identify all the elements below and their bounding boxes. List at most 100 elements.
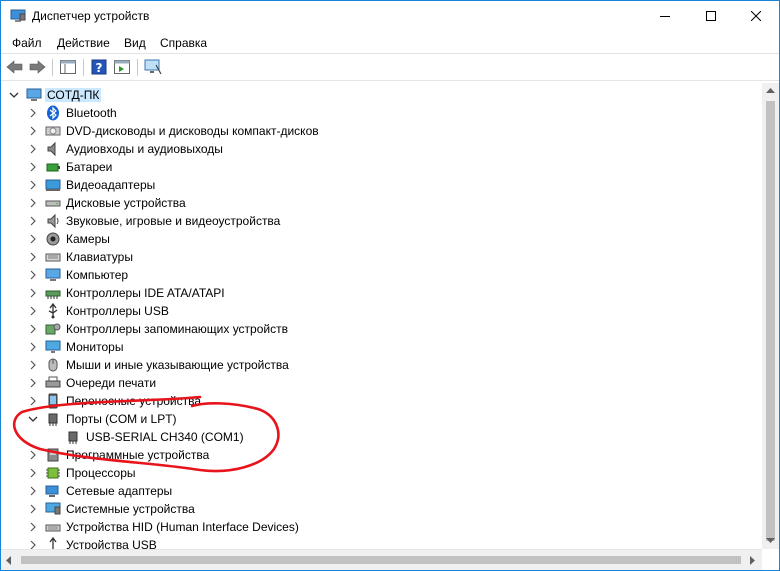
root-expander[interactable]: [7, 87, 21, 103]
tree-category[interactable]: DVD-дисководы и дисководы компакт-дисков: [1, 122, 762, 140]
tree-category[interactable]: Мониторы: [1, 338, 762, 356]
tree-category-label: Батареи: [66, 160, 113, 174]
tree-category[interactable]: Контроллеры запоминающих устройств: [1, 320, 762, 338]
tree-category[interactable]: Аудиовходы и аудиовыходы: [1, 140, 762, 158]
tree-category[interactable]: Программные устройства: [1, 446, 762, 464]
chevron-right-icon: [30, 198, 36, 208]
tree-category[interactable]: Переносные устройства: [1, 392, 762, 410]
scan-hardware-button[interactable]: [143, 58, 163, 76]
vertical-scrollbar[interactable]: [762, 83, 779, 549]
chevron-down-icon: [28, 416, 38, 422]
minimize-icon: [660, 16, 670, 17]
scroll-down-icon[interactable]: [766, 538, 775, 544]
category-expander[interactable]: [26, 303, 40, 319]
category-expander[interactable]: [26, 465, 40, 481]
scroll-up-icon[interactable]: [766, 88, 775, 94]
category-expander[interactable]: [26, 321, 40, 337]
tree-category[interactable]: Сетевые адаптеры: [1, 482, 762, 500]
tree-category[interactable]: Батареи: [1, 158, 762, 176]
device-manager-icon: [10, 9, 26, 22]
category-expander[interactable]: [26, 519, 40, 535]
svg-text:?: ?: [96, 61, 103, 75]
tree-category[interactable]: Видеоадаптеры: [1, 176, 762, 194]
menu-view[interactable]: Вид: [124, 36, 146, 50]
tree-category[interactable]: Компьютер: [1, 266, 762, 284]
category-expander[interactable]: [26, 249, 40, 265]
tree-category[interactable]: Устройства HID (Human Interface Devices): [1, 518, 762, 536]
tree-category-label: Порты (COM и LPT): [66, 412, 177, 426]
chevron-right-icon: [30, 270, 36, 280]
category-expander[interactable]: [26, 501, 40, 517]
category-expander[interactable]: [26, 537, 40, 549]
horizontal-scroll-thumb[interactable]: [21, 556, 741, 564]
tree-category[interactable]: Клавиатуры: [1, 248, 762, 266]
category-expander[interactable]: [26, 267, 40, 283]
close-button[interactable]: [733, 1, 779, 31]
tree-category[interactable]: Порты (COM и LPT): [1, 410, 762, 428]
back-button[interactable]: [5, 58, 25, 76]
category-expander[interactable]: [26, 411, 40, 427]
category-expander[interactable]: [26, 231, 40, 247]
category-expander[interactable]: [26, 339, 40, 355]
tree-device[interactable]: USB-SERIAL CH340 (COM1): [1, 428, 762, 446]
tree-category[interactable]: Камеры: [1, 230, 762, 248]
forward-arrow-icon: [29, 60, 46, 74]
bluetooth-icon: [47, 105, 59, 121]
vertical-scroll-thumb[interactable]: [766, 101, 775, 541]
category-expander[interactable]: [26, 285, 40, 301]
tree-category[interactable]: Контроллеры IDE ATA/ATAPI: [1, 284, 762, 302]
tree-category[interactable]: Мыши и иные указывающие устройства: [1, 356, 762, 374]
tree-root[interactable]: СОТД-ПК: [1, 86, 762, 104]
forward-button[interactable]: [27, 58, 47, 76]
category-expander[interactable]: [26, 141, 40, 157]
scroll-left-icon[interactable]: [6, 556, 12, 565]
tree-category[interactable]: Устройства USB: [1, 536, 762, 549]
category-expander[interactable]: [26, 213, 40, 229]
tree-category-label: Программные устройства: [66, 448, 210, 462]
horizontal-scrollbar[interactable]: [1, 549, 762, 570]
system-device-icon: [45, 502, 61, 515]
category-expander[interactable]: [26, 195, 40, 211]
tree-category[interactable]: Дисковые устройства: [1, 194, 762, 212]
tree-category[interactable]: Очереди печати: [1, 374, 762, 392]
menu-help[interactable]: Справка: [160, 36, 207, 50]
sound-icon: [47, 213, 59, 229]
tree-category-label: Системные устройства: [66, 502, 195, 516]
tree-category-label: Клавиатуры: [66, 250, 133, 264]
toolbar-separator: [83, 59, 84, 76]
scroll-right-icon[interactable]: [750, 556, 756, 565]
audio-io-icon: [47, 141, 56, 157]
tree-category[interactable]: Bluetooth: [1, 104, 762, 122]
close-icon: [751, 11, 761, 21]
menu-file[interactable]: Файл: [12, 36, 42, 50]
category-expander[interactable]: [26, 357, 40, 373]
category-expander[interactable]: [26, 159, 40, 175]
help-button[interactable]: ?: [89, 58, 109, 76]
toolbar-separator: [137, 59, 138, 76]
category-expander[interactable]: [26, 123, 40, 139]
tree-category-label: Контроллеры USB: [66, 304, 169, 318]
properties-button[interactable]: [112, 58, 132, 76]
menu-bar: Файл Действие Вид Справка: [1, 32, 779, 54]
category-expander[interactable]: [26, 105, 40, 121]
printer-icon: [45, 376, 61, 388]
show-hide-console-tree-button[interactable]: [58, 58, 78, 76]
category-expander[interactable]: [26, 483, 40, 499]
chevron-right-icon: [30, 126, 36, 136]
minimize-button[interactable]: [642, 1, 688, 31]
toolbar-separator: [52, 59, 53, 76]
category-expander[interactable]: [26, 393, 40, 409]
tree-category[interactable]: Звуковые, игровые и видеоустройства: [1, 212, 762, 230]
chevron-right-icon: [30, 234, 36, 244]
tree-category[interactable]: Процессоры: [1, 464, 762, 482]
menu-action[interactable]: Действие: [57, 36, 110, 50]
chevron-right-icon: [30, 324, 36, 334]
tree-category-label: Устройства HID (Human Interface Devices): [66, 520, 299, 534]
category-expander[interactable]: [26, 375, 40, 391]
chevron-right-icon: [30, 486, 36, 496]
tree-category[interactable]: Контроллеры USB: [1, 302, 762, 320]
tree-category[interactable]: Системные устройства: [1, 500, 762, 518]
maximize-button[interactable]: [688, 1, 734, 31]
category-expander[interactable]: [26, 447, 40, 463]
category-expander[interactable]: [26, 177, 40, 193]
